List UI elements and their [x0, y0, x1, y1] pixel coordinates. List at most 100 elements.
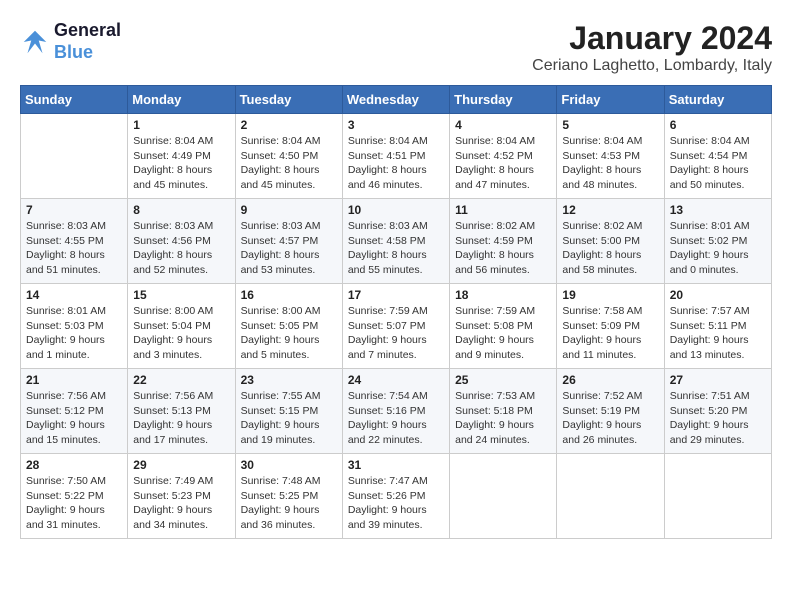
- calendar-cell: 31 Sunrise: 7:47 AM Sunset: 5:26 PM Dayl…: [342, 454, 449, 539]
- sunrise-text: Sunrise: 8:03 AM: [26, 219, 122, 234]
- daylight-text: Daylight: 9 hours and 39 minutes.: [348, 503, 444, 532]
- sunset-text: Sunset: 4:59 PM: [455, 234, 551, 249]
- day-info: Sunrise: 8:03 AM Sunset: 4:56 PM Dayligh…: [133, 219, 229, 278]
- day-info: Sunrise: 7:57 AM Sunset: 5:11 PM Dayligh…: [670, 304, 766, 363]
- day-number: 13: [670, 203, 766, 217]
- day-number: 5: [562, 118, 658, 132]
- weekday-header: Wednesday: [342, 86, 449, 114]
- calendar-cell: 27 Sunrise: 7:51 AM Sunset: 5:20 PM Dayl…: [664, 369, 771, 454]
- sunset-text: Sunset: 4:57 PM: [241, 234, 337, 249]
- calendar-cell: 5 Sunrise: 8:04 AM Sunset: 4:53 PM Dayli…: [557, 114, 664, 199]
- page-title: January 2024: [532, 20, 772, 57]
- sunrise-text: Sunrise: 7:52 AM: [562, 389, 658, 404]
- header: General Blue January 2024 Ceriano Laghet…: [20, 20, 772, 75]
- daylight-text: Daylight: 8 hours and 58 minutes.: [562, 248, 658, 277]
- daylight-text: Daylight: 9 hours and 7 minutes.: [348, 333, 444, 362]
- day-info: Sunrise: 8:03 AM Sunset: 4:55 PM Dayligh…: [26, 219, 122, 278]
- day-number: 3: [348, 118, 444, 132]
- day-info: Sunrise: 7:47 AM Sunset: 5:26 PM Dayligh…: [348, 474, 444, 533]
- day-info: Sunrise: 7:56 AM Sunset: 5:12 PM Dayligh…: [26, 389, 122, 448]
- calendar-cell: 14 Sunrise: 8:01 AM Sunset: 5:03 PM Dayl…: [21, 284, 128, 369]
- sunset-text: Sunset: 5:11 PM: [670, 319, 766, 334]
- day-number: 9: [241, 203, 337, 217]
- calendar-cell: 1 Sunrise: 8:04 AM Sunset: 4:49 PM Dayli…: [128, 114, 235, 199]
- page-subtitle: Ceriano Laghetto, Lombardy, Italy: [532, 57, 772, 75]
- day-number: 11: [455, 203, 551, 217]
- logo: General Blue: [20, 20, 121, 63]
- daylight-text: Daylight: 9 hours and 29 minutes.: [670, 418, 766, 447]
- sunrise-text: Sunrise: 7:51 AM: [670, 389, 766, 404]
- day-info: Sunrise: 7:54 AM Sunset: 5:16 PM Dayligh…: [348, 389, 444, 448]
- sunrise-text: Sunrise: 8:04 AM: [670, 134, 766, 149]
- calendar-cell: 24 Sunrise: 7:54 AM Sunset: 5:16 PM Dayl…: [342, 369, 449, 454]
- day-number: 10: [348, 203, 444, 217]
- calendar-week-row: 28 Sunrise: 7:50 AM Sunset: 5:22 PM Dayl…: [21, 454, 772, 539]
- calendar-cell: [21, 114, 128, 199]
- day-number: 30: [241, 458, 337, 472]
- day-number: 1: [133, 118, 229, 132]
- day-number: 23: [241, 373, 337, 387]
- day-number: 29: [133, 458, 229, 472]
- sunrise-text: Sunrise: 7:47 AM: [348, 474, 444, 489]
- daylight-text: Daylight: 9 hours and 13 minutes.: [670, 333, 766, 362]
- daylight-text: Daylight: 9 hours and 15 minutes.: [26, 418, 122, 447]
- calendar-cell: 7 Sunrise: 8:03 AM Sunset: 4:55 PM Dayli…: [21, 199, 128, 284]
- day-info: Sunrise: 7:48 AM Sunset: 5:25 PM Dayligh…: [241, 474, 337, 533]
- daylight-text: Daylight: 9 hours and 31 minutes.: [26, 503, 122, 532]
- daylight-text: Daylight: 8 hours and 46 minutes.: [348, 163, 444, 192]
- calendar-cell: 13 Sunrise: 8:01 AM Sunset: 5:02 PM Dayl…: [664, 199, 771, 284]
- calendar-cell: 9 Sunrise: 8:03 AM Sunset: 4:57 PM Dayli…: [235, 199, 342, 284]
- sunset-text: Sunset: 5:26 PM: [348, 489, 444, 504]
- daylight-text: Daylight: 9 hours and 9 minutes.: [455, 333, 551, 362]
- day-number: 6: [670, 118, 766, 132]
- sunset-text: Sunset: 4:52 PM: [455, 149, 551, 164]
- sunrise-text: Sunrise: 8:03 AM: [133, 219, 229, 234]
- day-info: Sunrise: 8:04 AM Sunset: 4:50 PM Dayligh…: [241, 134, 337, 193]
- weekday-header: Thursday: [450, 86, 557, 114]
- calendar-cell: 25 Sunrise: 7:53 AM Sunset: 5:18 PM Dayl…: [450, 369, 557, 454]
- calendar-week-row: 21 Sunrise: 7:56 AM Sunset: 5:12 PM Dayl…: [21, 369, 772, 454]
- sunrise-text: Sunrise: 7:59 AM: [348, 304, 444, 319]
- day-info: Sunrise: 8:04 AM Sunset: 4:53 PM Dayligh…: [562, 134, 658, 193]
- calendar-cell: 6 Sunrise: 8:04 AM Sunset: 4:54 PM Dayli…: [664, 114, 771, 199]
- day-info: Sunrise: 8:03 AM Sunset: 4:57 PM Dayligh…: [241, 219, 337, 278]
- calendar-header: SundayMondayTuesdayWednesdayThursdayFrid…: [21, 86, 772, 114]
- day-number: 31: [348, 458, 444, 472]
- day-number: 19: [562, 288, 658, 302]
- sunset-text: Sunset: 4:51 PM: [348, 149, 444, 164]
- sunrise-text: Sunrise: 8:03 AM: [241, 219, 337, 234]
- daylight-text: Daylight: 8 hours and 47 minutes.: [455, 163, 551, 192]
- sunrise-text: Sunrise: 7:58 AM: [562, 304, 658, 319]
- weekday-header: Friday: [557, 86, 664, 114]
- sunset-text: Sunset: 5:23 PM: [133, 489, 229, 504]
- calendar-cell: 2 Sunrise: 8:04 AM Sunset: 4:50 PM Dayli…: [235, 114, 342, 199]
- calendar-cell: [557, 454, 664, 539]
- calendar-cell: 10 Sunrise: 8:03 AM Sunset: 4:58 PM Dayl…: [342, 199, 449, 284]
- daylight-text: Daylight: 9 hours and 17 minutes.: [133, 418, 229, 447]
- calendar-cell: 11 Sunrise: 8:02 AM Sunset: 4:59 PM Dayl…: [450, 199, 557, 284]
- calendar-cell: 4 Sunrise: 8:04 AM Sunset: 4:52 PM Dayli…: [450, 114, 557, 199]
- day-number: 7: [26, 203, 122, 217]
- day-info: Sunrise: 8:01 AM Sunset: 5:03 PM Dayligh…: [26, 304, 122, 363]
- sunset-text: Sunset: 4:49 PM: [133, 149, 229, 164]
- calendar-cell: 19 Sunrise: 7:58 AM Sunset: 5:09 PM Dayl…: [557, 284, 664, 369]
- day-number: 8: [133, 203, 229, 217]
- sunset-text: Sunset: 5:07 PM: [348, 319, 444, 334]
- day-info: Sunrise: 7:50 AM Sunset: 5:22 PM Dayligh…: [26, 474, 122, 533]
- day-info: Sunrise: 7:56 AM Sunset: 5:13 PM Dayligh…: [133, 389, 229, 448]
- sunset-text: Sunset: 4:53 PM: [562, 149, 658, 164]
- sunset-text: Sunset: 5:12 PM: [26, 404, 122, 419]
- sunrise-text: Sunrise: 8:00 AM: [133, 304, 229, 319]
- day-info: Sunrise: 7:59 AM Sunset: 5:07 PM Dayligh…: [348, 304, 444, 363]
- sunrise-text: Sunrise: 7:49 AM: [133, 474, 229, 489]
- calendar-cell: 3 Sunrise: 8:04 AM Sunset: 4:51 PM Dayli…: [342, 114, 449, 199]
- day-info: Sunrise: 7:52 AM Sunset: 5:19 PM Dayligh…: [562, 389, 658, 448]
- day-number: 28: [26, 458, 122, 472]
- calendar-cell: 20 Sunrise: 7:57 AM Sunset: 5:11 PM Dayl…: [664, 284, 771, 369]
- calendar-week-row: 14 Sunrise: 8:01 AM Sunset: 5:03 PM Dayl…: [21, 284, 772, 369]
- sunset-text: Sunset: 5:08 PM: [455, 319, 551, 334]
- calendar-cell: 29 Sunrise: 7:49 AM Sunset: 5:23 PM Dayl…: [128, 454, 235, 539]
- sunrise-text: Sunrise: 8:03 AM: [348, 219, 444, 234]
- logo-icon: [20, 27, 50, 57]
- daylight-text: Daylight: 9 hours and 3 minutes.: [133, 333, 229, 362]
